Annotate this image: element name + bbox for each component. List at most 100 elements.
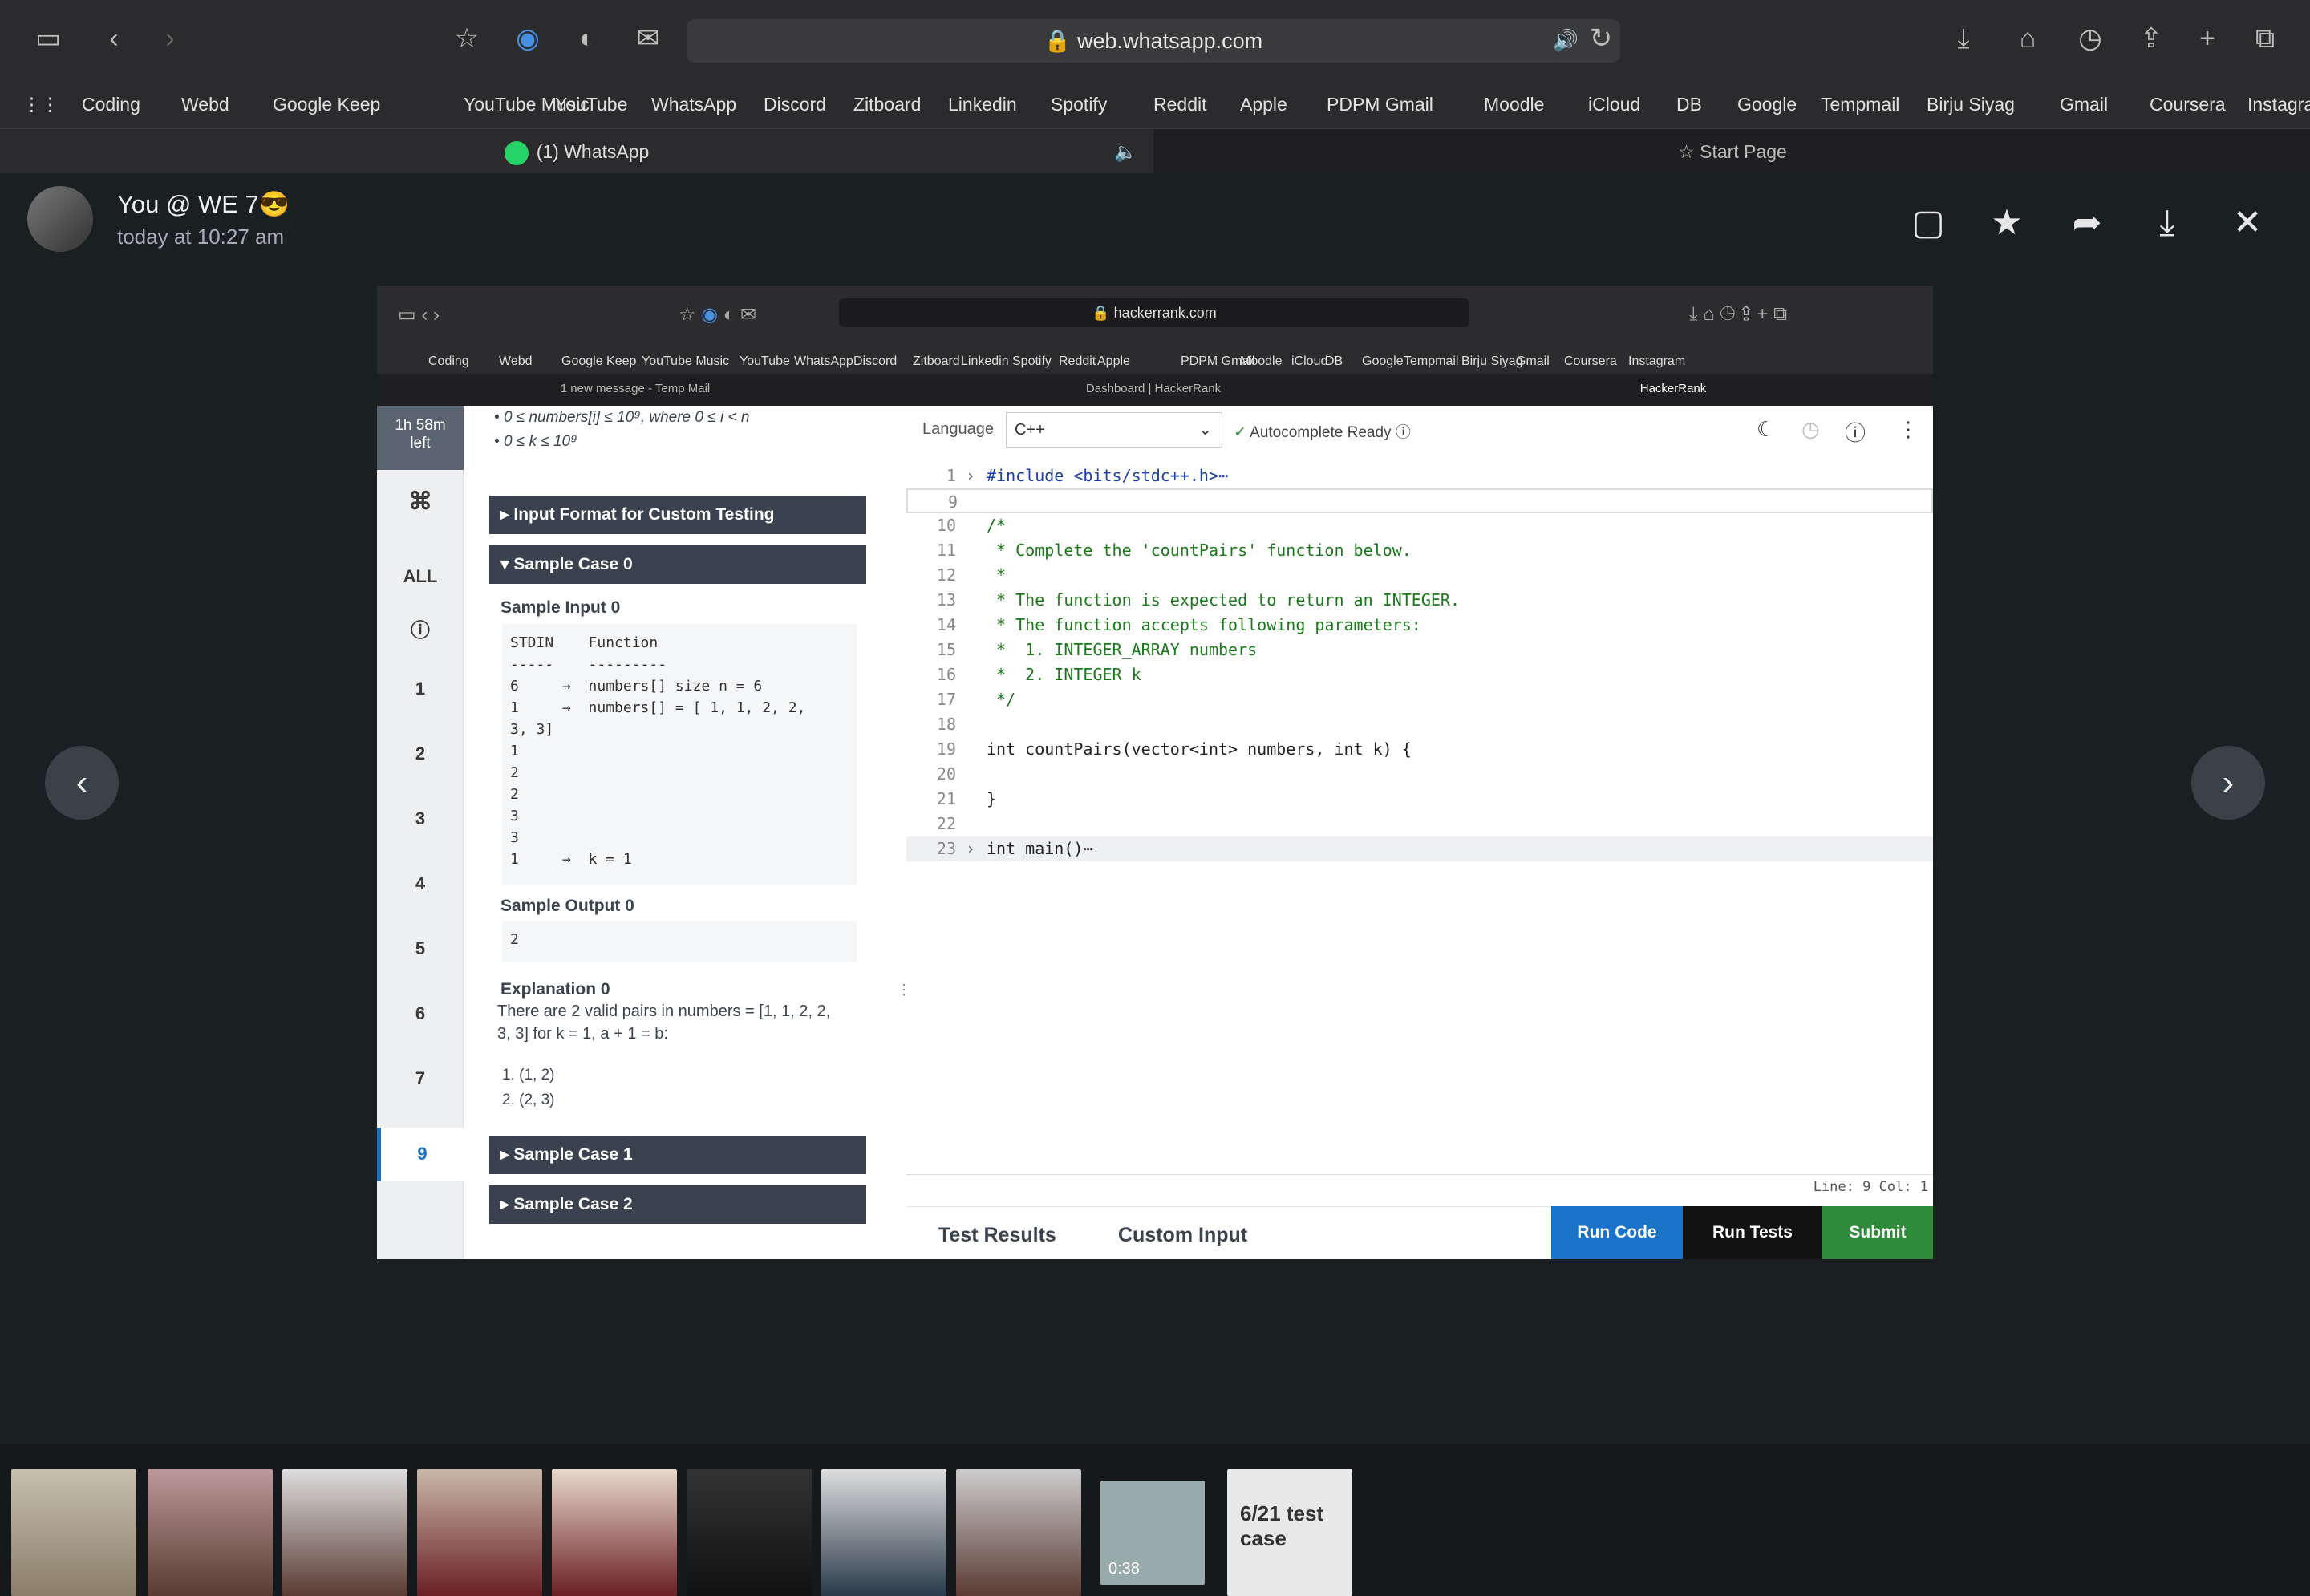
tab-whatsapp[interactable]: (1) WhatsApp 🔈 xyxy=(0,129,1153,174)
inner-bookmark-item: Google xyxy=(1362,354,1404,368)
thumbnail[interactable] xyxy=(148,1469,273,1596)
bookmark-item[interactable]: Google Keep xyxy=(273,94,380,115)
bookmark-item[interactable]: Instagram xyxy=(2247,94,2310,115)
bookmark-item[interactable]: Birju Siyag xyxy=(1927,94,2015,115)
bookmark-item[interactable]: Reddit xyxy=(1153,94,1206,115)
avatar[interactable] xyxy=(27,186,93,252)
mute-icon[interactable]: 🔈 xyxy=(1114,129,1137,174)
bookmark-item[interactable]: iCloud xyxy=(1588,94,1640,115)
question-nav-item[interactable]: 1 xyxy=(377,679,464,699)
info-icon[interactable]: ⓘ xyxy=(377,614,464,642)
compass-icon[interactable]: ◉ xyxy=(510,22,545,58)
sample-case-1-section[interactable]: ▸ Sample Case 1 xyxy=(489,1136,866,1174)
sidebar-icon[interactable]: ▭ xyxy=(30,22,66,58)
fold-chevron-icon[interactable]: › xyxy=(966,464,975,488)
audio-icon[interactable]: 🔊 xyxy=(1548,24,1583,59)
question-nav-item[interactable]: 5 xyxy=(377,938,464,959)
share-icon[interactable]: ⇪ xyxy=(2134,22,2169,58)
thumbnail[interactable] xyxy=(11,1469,136,1596)
line-number: 16 xyxy=(936,665,956,684)
line-number: 10 xyxy=(936,516,956,535)
mail-icon[interactable]: ✉ xyxy=(630,22,666,58)
sample-case-2-section[interactable]: ▸ Sample Case 2 xyxy=(489,1185,866,1224)
thumbnail[interactable] xyxy=(282,1469,407,1596)
video-thumbnail[interactable]: 0:38 xyxy=(1100,1481,1205,1585)
question-nav-item[interactable]: 7 xyxy=(377,1068,464,1089)
bookmark-item[interactable]: PDPM Gmail xyxy=(1327,94,1433,115)
reply-icon[interactable]: ▢ xyxy=(1907,202,1949,244)
code-line: 1 #include <bits/stdc++.h>⋯ › xyxy=(906,464,1933,488)
question-nav-item[interactable]: 9 xyxy=(377,1128,464,1181)
constraint: • 0 ≤ k ≤ 10⁹ xyxy=(494,433,578,450)
history-icon[interactable]: ◷ xyxy=(1801,417,1820,442)
bookmark-item[interactable]: Webd xyxy=(181,94,229,115)
new-tab-icon[interactable]: + xyxy=(2190,22,2225,58)
help-icon[interactable]: ⓘ xyxy=(1845,417,1866,447)
question-nav-item[interactable]: 4 xyxy=(377,873,464,894)
next-button[interactable]: › xyxy=(2191,746,2265,820)
line-number: 20 xyxy=(936,764,956,784)
question-nav-item[interactable]: ALL xyxy=(377,566,464,587)
tab-custom-input[interactable]: Custom Input xyxy=(1118,1224,1247,1247)
bookmark-item[interactable]: Coursera xyxy=(2150,94,2226,115)
question-nav-item[interactable]: 6 xyxy=(377,1003,464,1024)
forward-icon[interactable]: ➦ xyxy=(2066,202,2108,244)
prev-button[interactable]: ‹ xyxy=(45,746,119,820)
tabs-overview-icon[interactable]: ⧉ xyxy=(2247,22,2283,58)
thumbnail[interactable] xyxy=(687,1469,812,1596)
section-label: Sample Case 1 xyxy=(513,1145,633,1164)
theme-toggle-icon[interactable]: ☾ xyxy=(1757,417,1775,442)
star-icon[interactable]: ★ xyxy=(1986,202,2028,244)
shield-icon[interactable]: ◐ xyxy=(569,22,605,58)
thumbnail[interactable] xyxy=(956,1469,1081,1596)
code-line: 11 * Complete the 'countPairs' function … xyxy=(906,538,1933,563)
inner-bookmark-item: Spotify xyxy=(1012,354,1052,368)
download-icon[interactable]: ⤓ xyxy=(2146,202,2188,244)
bookmark-item[interactable]: Linkedin xyxy=(948,94,1017,115)
bookmark-item[interactable]: Google xyxy=(1737,94,1797,115)
more-icon[interactable]: ⋮ xyxy=(1898,417,1919,442)
back-icon[interactable]: ‹ xyxy=(96,22,132,58)
resize-handle[interactable]: ⋮ xyxy=(897,982,911,1030)
bookmark-item[interactable]: Spotify xyxy=(1051,94,1107,115)
submit-button[interactable]: Submit xyxy=(1822,1206,1933,1259)
bookmark-item[interactable]: Moodle xyxy=(1484,94,1544,115)
thumbnail[interactable] xyxy=(821,1469,946,1596)
line-number: 1 xyxy=(946,466,956,485)
run-code-button[interactable]: Run Code xyxy=(1551,1206,1683,1259)
question-nav-item[interactable]: 3 xyxy=(377,808,464,829)
bookmark-item[interactable]: Discord xyxy=(764,94,826,115)
tab-test-results[interactable]: Test Results xyxy=(938,1224,1056,1247)
thumbnail[interactable]: 6/21 test case xyxy=(1227,1469,1352,1596)
url-text: web.whatsapp.com xyxy=(1077,29,1263,53)
command-icon[interactable]: ⌘ xyxy=(377,488,464,516)
download-icon[interactable]: ⤓ xyxy=(1946,22,1981,58)
run-tests-button[interactable]: Run Tests xyxy=(1683,1206,1822,1259)
thumbnail[interactable] xyxy=(552,1469,677,1596)
sample-case-0-section[interactable]: ▾ Sample Case 0 xyxy=(489,545,866,584)
apps-grid-icon[interactable]: ⋮⋮ xyxy=(22,94,59,115)
input-format-section[interactable]: ▸ Input Format for Custom Testing xyxy=(489,496,866,534)
question-nav-item[interactable]: 2 xyxy=(377,743,464,764)
forward-icon[interactable]: › xyxy=(152,22,188,58)
bookmark-item[interactable]: Gmail xyxy=(2060,94,2108,115)
tab-start-page[interactable]: ☆ Start Page xyxy=(1155,129,2310,174)
fold-chevron-icon[interactable]: › xyxy=(966,836,975,861)
bookmark-item[interactable]: YouTube xyxy=(555,94,627,115)
bookmark-item[interactable]: Zitboard xyxy=(853,94,921,115)
bookmark-item[interactable]: Tempmail xyxy=(1821,94,1899,115)
language-select[interactable]: C++ ⌄ xyxy=(1006,412,1222,448)
history-icon[interactable]: ◷ xyxy=(2073,22,2108,58)
reload-icon[interactable]: ↻ xyxy=(1583,22,1619,58)
thumbnail[interactable] xyxy=(417,1469,542,1596)
url-bar[interactable]: 🔒 web.whatsapp.com xyxy=(687,19,1620,63)
star-icon[interactable]: ☆ xyxy=(449,22,484,58)
home-icon[interactable]: ⌂ xyxy=(2010,22,2045,58)
bookmark-item[interactable]: Apple xyxy=(1240,94,1287,115)
tab-bar: (1) WhatsApp 🔈 ☆ Start Page xyxy=(0,128,2310,174)
bookmark-item[interactable]: WhatsApp xyxy=(651,94,736,115)
close-icon[interactable]: ✕ xyxy=(2227,202,2268,244)
bookmark-item[interactable]: DB xyxy=(1676,94,1702,115)
code-line: 18 xyxy=(906,712,1933,737)
bookmark-item[interactable]: Coding xyxy=(82,94,140,115)
